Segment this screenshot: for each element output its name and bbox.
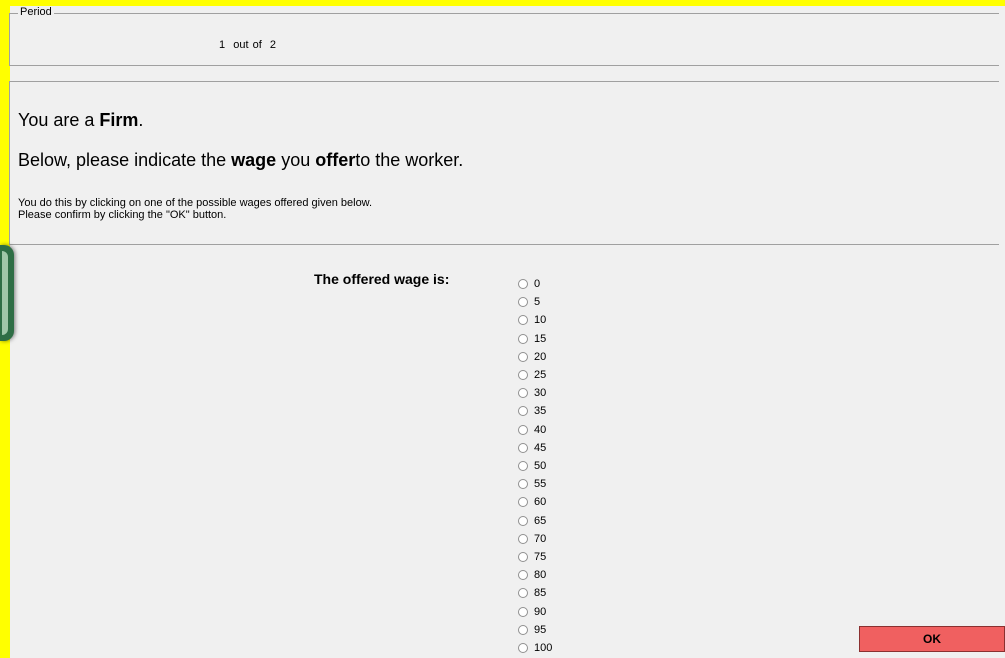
- radio-button[interactable]: [518, 497, 528, 508]
- wage-option-40[interactable]: 40: [518, 421, 546, 439]
- period-value: 1 out of 2: [219, 39, 276, 51]
- wage-option-label: 10: [534, 314, 547, 327]
- radio-button[interactable]: [518, 406, 528, 417]
- radio-button[interactable]: [518, 333, 528, 344]
- wage-option-label: 80: [534, 569, 547, 582]
- wage-option-20[interactable]: 20: [518, 348, 546, 366]
- radio-button[interactable]: [518, 588, 528, 599]
- side-tab[interactable]: [0, 245, 14, 341]
- period-current: 1: [219, 39, 226, 51]
- radio-button[interactable]: [518, 479, 528, 490]
- radio-button[interactable]: [518, 552, 528, 562]
- wage-option-90[interactable]: 90: [518, 603, 546, 621]
- radio-button[interactable]: [518, 297, 528, 308]
- wage-option-label: 75: [534, 551, 547, 563]
- wage-option-label: 85: [534, 587, 547, 600]
- wage-option-0[interactable]: 0: [518, 275, 540, 293]
- wage-option-label: 95: [534, 623, 547, 636]
- radio-button[interactable]: [518, 424, 528, 435]
- task-prefix: Below, please indicate the: [18, 150, 232, 170]
- radio-button[interactable]: [518, 606, 528, 617]
- wage-option-label: 35: [534, 405, 547, 418]
- wage-option-label: 15: [534, 332, 547, 345]
- wage-option-50[interactable]: 50: [518, 457, 546, 475]
- wage-option-label: 40: [534, 423, 547, 436]
- wage-option-label: 30: [534, 387, 547, 400]
- wage-option-80[interactable]: 80: [518, 566, 546, 584]
- offered-wage-label: The offered wage is:: [314, 271, 450, 287]
- side-tab-highlight: [2, 251, 8, 335]
- wage-option-95[interactable]: 95: [518, 621, 546, 639]
- wage-option-label: 90: [534, 605, 547, 618]
- role-name: Firm: [99, 110, 139, 130]
- radio-button[interactable]: [518, 515, 528, 526]
- radio-button[interactable]: [518, 388, 528, 399]
- wage-option-label: 50: [534, 460, 547, 472]
- role-text: You are a Firm.: [18, 110, 143, 131]
- task-middle: you: [276, 150, 316, 170]
- wage-option-100[interactable]: 100: [518, 639, 552, 657]
- radio-button[interactable]: [518, 351, 528, 362]
- wage-option-10[interactable]: 10: [518, 311, 546, 329]
- period-separator: out of: [233, 39, 262, 51]
- period-legend: Period: [18, 6, 54, 18]
- instruction-detail-2: Please confirm by clicking the "OK" butt…: [18, 209, 227, 221]
- task-wage-word: wage: [231, 150, 277, 170]
- wage-option-75[interactable]: 75: [518, 548, 546, 566]
- radio-button[interactable]: [518, 461, 528, 471]
- wage-option-label: 100: [534, 642, 553, 654]
- wage-option-70[interactable]: 70: [518, 530, 546, 548]
- ok-button[interactable]: OK: [859, 626, 1005, 652]
- wage-option-60[interactable]: 60: [518, 493, 546, 511]
- task-text: Below, please indicate the wage you offe…: [18, 150, 463, 171]
- radio-button[interactable]: [518, 643, 528, 653]
- wage-option-45[interactable]: 45: [518, 439, 546, 457]
- instruction-detail-1: You do this by clicking on one of the po…: [18, 197, 373, 209]
- wage-option-label: 25: [534, 369, 547, 381]
- radio-button[interactable]: [518, 370, 528, 380]
- radio-button[interactable]: [518, 315, 528, 326]
- wage-option-label: 65: [534, 514, 547, 527]
- wage-option-85[interactable]: 85: [518, 584, 546, 602]
- wage-option-35[interactable]: 35: [518, 402, 546, 420]
- role-prefix: You are a: [18, 110, 100, 130]
- period-total: 2: [269, 39, 277, 51]
- wage-option-label: 55: [534, 478, 547, 491]
- wage-option-65[interactable]: 65: [518, 512, 546, 530]
- wage-option-label: 45: [534, 441, 547, 454]
- wage-option-25[interactable]: 25: [518, 366, 546, 384]
- wage-option-5[interactable]: 5: [518, 293, 540, 311]
- wage-option-15[interactable]: 15: [518, 330, 546, 348]
- wage-option-label: 0: [534, 278, 541, 290]
- task-suffix: to the worker.: [355, 150, 464, 170]
- radio-button[interactable]: [518, 442, 528, 453]
- wage-option-30[interactable]: 30: [518, 384, 546, 402]
- radio-button[interactable]: [518, 279, 528, 289]
- period-box: [9, 13, 999, 66]
- task-offer-word: offer: [315, 150, 356, 170]
- role-suffix: .: [138, 110, 144, 130]
- wage-option-label: 5: [534, 296, 541, 309]
- radio-button[interactable]: [518, 624, 528, 635]
- radio-button[interactable]: [518, 533, 528, 544]
- wage-option-label: 60: [534, 496, 547, 509]
- wage-option-label: 70: [534, 532, 547, 545]
- wage-option-55[interactable]: 55: [518, 475, 546, 493]
- radio-button[interactable]: [518, 570, 528, 581]
- wage-option-label: 20: [534, 350, 547, 363]
